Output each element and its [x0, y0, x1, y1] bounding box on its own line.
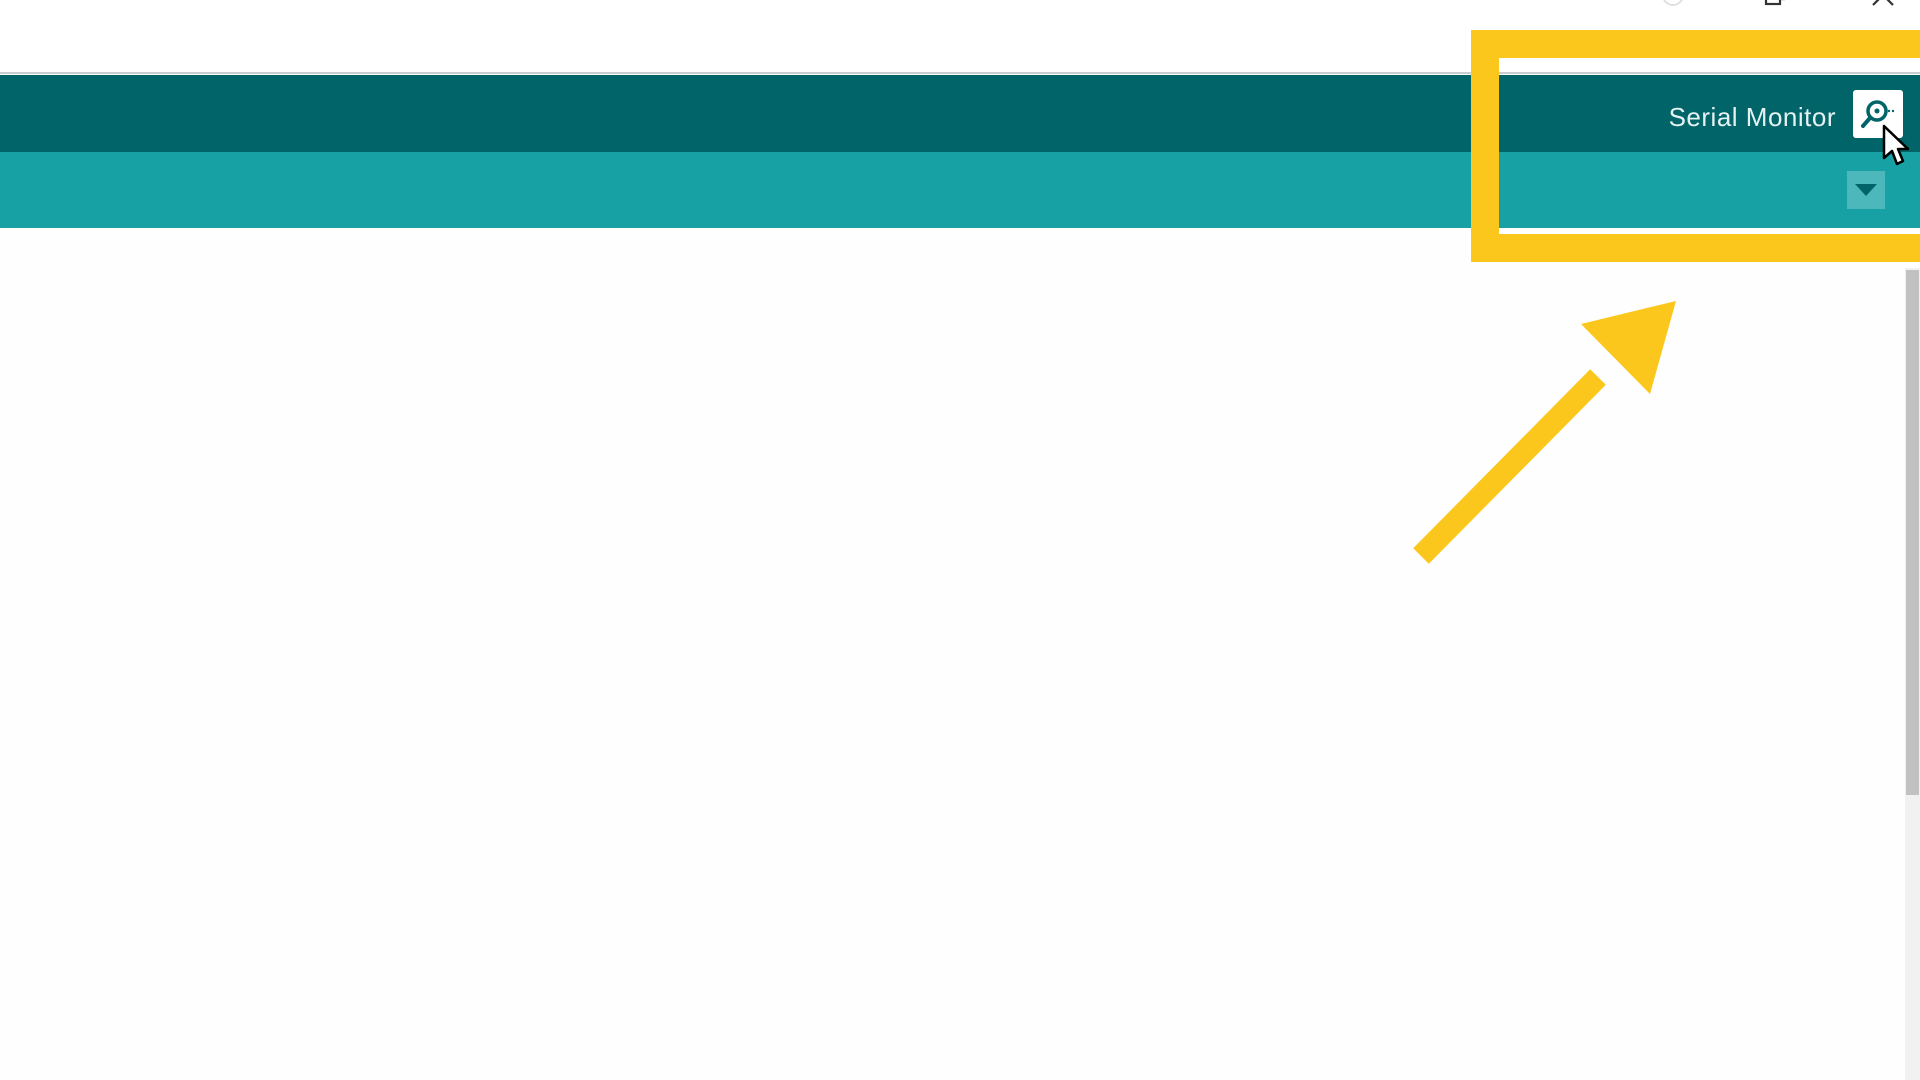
- maximize-icon[interactable]: [1762, 0, 1788, 8]
- editor-scrollbar-thumb[interactable]: [1906, 270, 1919, 795]
- title-bar-divider: [0, 72, 1920, 74]
- tab-menu-button[interactable]: [1847, 171, 1885, 209]
- ide-toolbar: Serial Monitor: [0, 75, 1920, 152]
- sketch-tab-strip: [0, 152, 1920, 228]
- minimize-icon[interactable]: [1660, 0, 1686, 8]
- mouse-cursor-icon: [1882, 124, 1910, 166]
- close-icon[interactable]: [1870, 0, 1896, 8]
- serial-monitor-tooltip: Serial Monitor: [1668, 102, 1836, 132]
- highlight-inner-gap-top: [1499, 58, 1920, 70]
- highlight-inner-gap-bottom: [1499, 228, 1920, 234]
- code-editor[interactable]: [0, 228, 1905, 1080]
- arduino-ide-window: Serial Monitor: [0, 0, 1920, 1080]
- triangle-down-icon: [1855, 184, 1877, 196]
